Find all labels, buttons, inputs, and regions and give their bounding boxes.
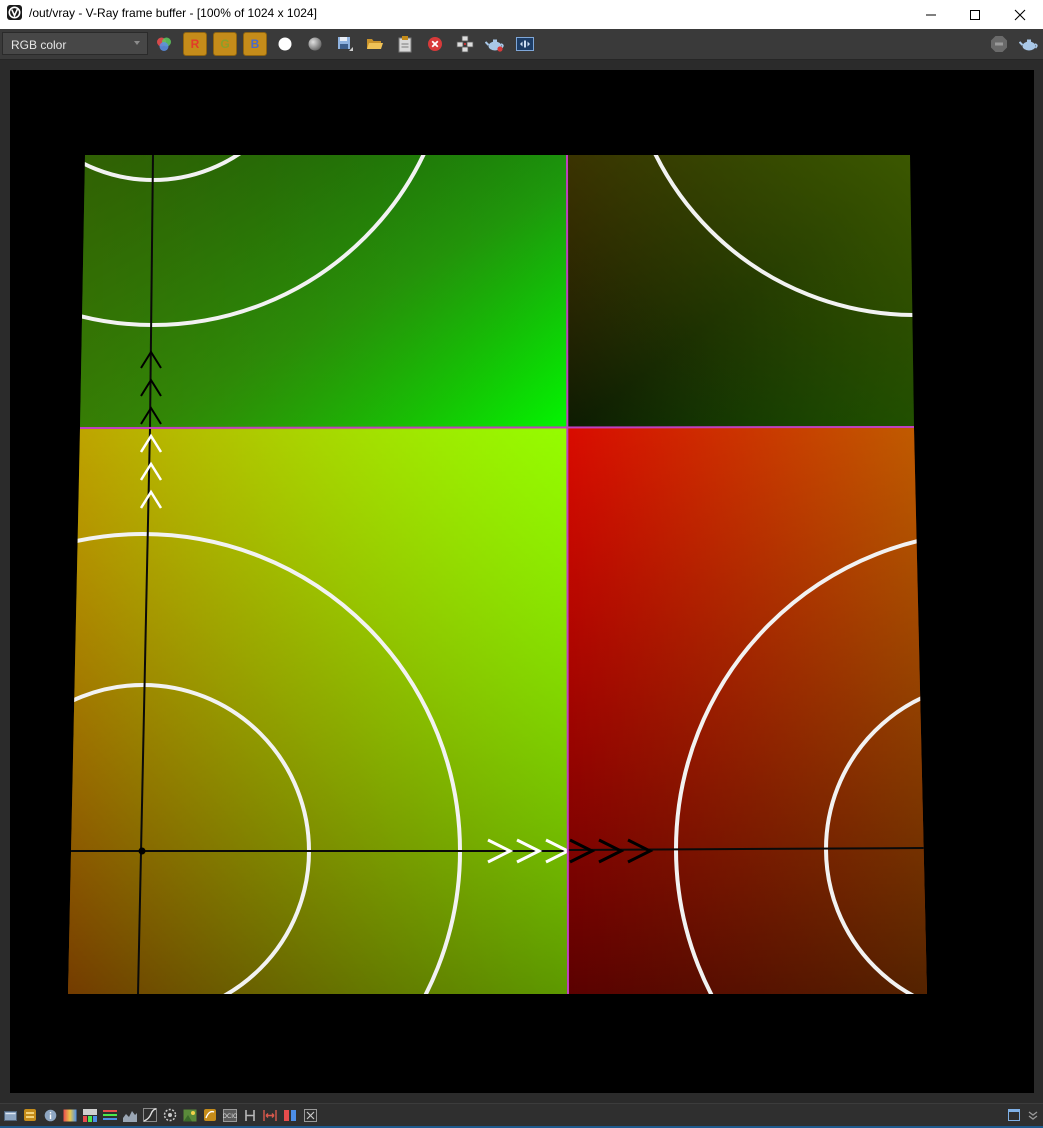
green-channel-button[interactable]: G — [213, 32, 237, 56]
seam-vertical — [566, 154, 569, 995]
render-teapot-icon[interactable] — [1019, 34, 1039, 54]
gray-sphere-icon[interactable] — [305, 34, 325, 54]
stop-render-icon[interactable] — [989, 34, 1009, 54]
channel-select-value: RGB color — [11, 38, 67, 52]
white-circle-icon[interactable] — [275, 34, 295, 54]
window-title: /out/vray - V-Ray frame buffer - [100% o… — [29, 6, 317, 20]
ocio-icon[interactable]: OCIO — [223, 1108, 237, 1122]
pixel-info-icon[interactable] — [303, 1108, 317, 1122]
svg-text:OCIO: OCIO — [223, 1113, 237, 1120]
window-icon[interactable] — [1007, 1108, 1021, 1122]
expand-down-icon[interactable] — [1026, 1108, 1040, 1122]
clear-image-icon[interactable] — [395, 34, 415, 54]
quadrant-top-right — [567, 155, 914, 428]
vray-logo-icon — [7, 5, 22, 20]
stereo-icon[interactable] — [283, 1108, 297, 1122]
blue-channel-button[interactable]: B — [243, 32, 267, 56]
save-image-icon[interactable] — [335, 34, 355, 54]
open-folder-icon[interactable] — [3, 1108, 17, 1122]
levels-icon[interactable] — [103, 1108, 117, 1122]
layers-icon[interactable] — [23, 1108, 37, 1122]
quadrant-bottom-right — [567, 428, 927, 994]
open-image-icon[interactable] — [365, 34, 385, 54]
compare-icon[interactable] — [263, 1108, 277, 1122]
maximize-button[interactable] — [952, 0, 998, 29]
render-teapot-icon[interactable] — [485, 34, 505, 54]
render-region-icon[interactable] — [515, 34, 535, 54]
track-mouse-icon[interactable] — [455, 34, 475, 54]
lut-icon[interactable] — [203, 1108, 217, 1122]
info-icon[interactable] — [43, 1108, 57, 1122]
rendered-image — [68, 154, 927, 995]
color-corrections-icon[interactable] — [63, 1108, 77, 1122]
lens-effects-icon[interactable] — [163, 1108, 177, 1122]
histogram-icon[interactable] — [123, 1108, 137, 1122]
vfb-toolbar: RGB color R G B — [0, 29, 1043, 60]
title-bar: /out/vray - V-Ray frame buffer - [100% o… — [0, 0, 1043, 29]
red-channel-button[interactable]: R — [183, 32, 207, 56]
close-button[interactable] — [997, 0, 1043, 29]
minimize-button[interactable] — [908, 0, 954, 29]
hsl-icon[interactable] — [83, 1108, 97, 1122]
quadrant-bottom-left — [68, 428, 568, 994]
clear-close-icon[interactable] — [425, 34, 445, 54]
background-image-icon[interactable] — [183, 1108, 197, 1122]
color-channels-icon[interactable] — [154, 34, 174, 54]
chevron-down-icon — [134, 41, 140, 45]
quadrant-top-left — [80, 155, 567, 428]
channel-select[interactable]: RGB color — [2, 32, 148, 55]
render-viewport[interactable] — [10, 70, 1034, 1093]
status-bar: OCIO — [0, 1103, 1043, 1128]
h-icon[interactable] — [243, 1108, 257, 1122]
seam-horizontal — [79, 426, 915, 429]
curves-icon[interactable] — [143, 1108, 157, 1122]
